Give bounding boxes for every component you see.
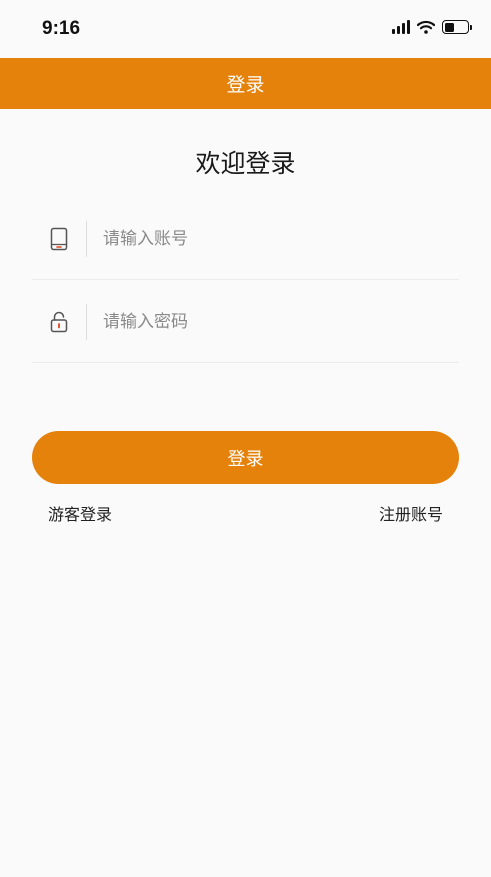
guest-login-link[interactable]: 游客登录 bbox=[48, 501, 112, 525]
welcome-heading: 欢迎登录 bbox=[195, 149, 296, 178]
register-account-link[interactable]: 注册账号 bbox=[379, 501, 443, 525]
battery-level bbox=[444, 22, 455, 32]
nav-title: 登录 bbox=[226, 74, 265, 96]
password-field[interactable] bbox=[32, 281, 459, 363]
status-icons bbox=[392, 20, 472, 34]
account-input[interactable] bbox=[103, 228, 459, 249]
battery-icon bbox=[442, 20, 472, 34]
phone-icon bbox=[32, 227, 86, 251]
wifi-icon bbox=[417, 20, 435, 34]
login-screen: 9:16 登录 欢迎登录 请输入账号 登录 游客登录 注册账号 bbox=[0, 0, 491, 877]
status-bar: 9:16 bbox=[0, 0, 491, 58]
lock-icon bbox=[32, 311, 86, 333]
cellular-signal-icon bbox=[392, 20, 410, 34]
password-input[interactable] bbox=[103, 311, 459, 332]
status-time: 9:16 bbox=[42, 18, 81, 39]
nav-bar: 登录 bbox=[0, 58, 491, 109]
field-divider bbox=[86, 220, 87, 257]
field-divider bbox=[86, 303, 87, 340]
login-button[interactable]: 登录 bbox=[32, 431, 459, 484]
account-field[interactable] bbox=[32, 198, 459, 280]
